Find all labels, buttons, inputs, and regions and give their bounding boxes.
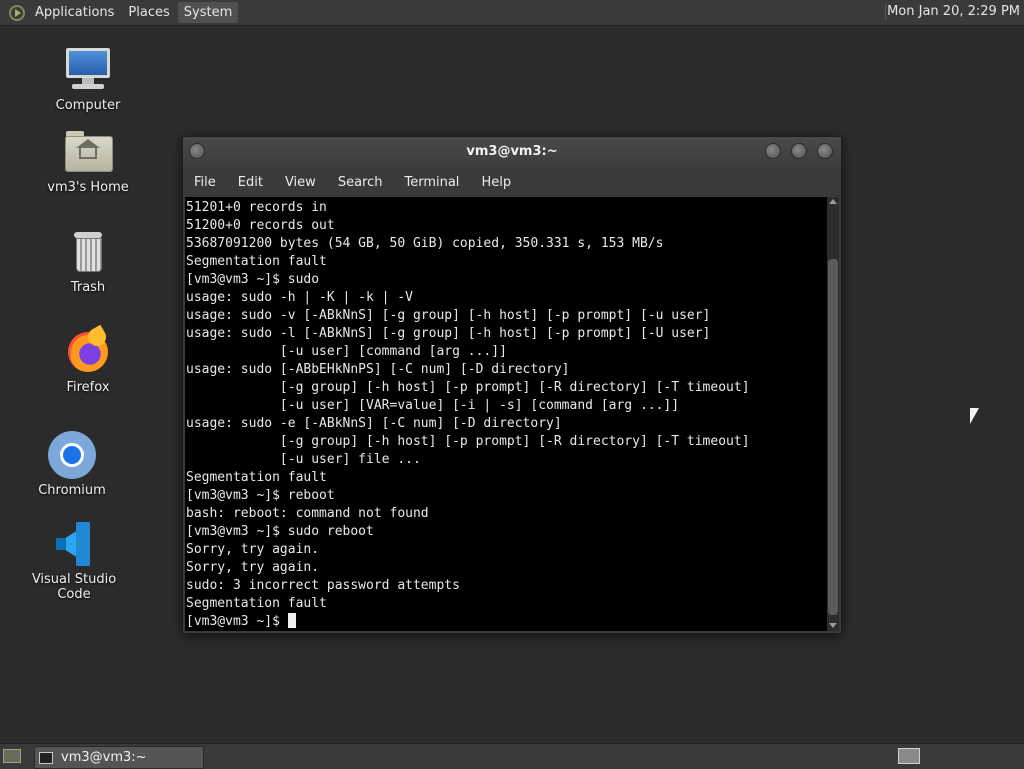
desktop-icon-label: Chromium: [38, 483, 106, 498]
terminal-line: [vm3@vm3 ~]$ reboot: [186, 488, 335, 503]
bottom-panel: vm3@vm3:~: [0, 743, 1024, 769]
terminal-line: bash: reboot: command not found: [186, 506, 429, 521]
maximize-icon[interactable]: [791, 143, 807, 159]
trash-icon: [64, 228, 112, 276]
menu-edit[interactable]: Edit: [227, 175, 274, 190]
chromium-icon: [48, 431, 96, 479]
terminal-line: Segmentation fault: [186, 596, 327, 611]
home-folder-icon: [64, 128, 113, 176]
vscode-icon: [50, 520, 98, 568]
mouse-pointer-icon: [970, 408, 979, 424]
terminal-line: 53687091200 bytes (54 GB, 50 GiB) copied…: [186, 236, 664, 251]
scrollbar-thumb[interactable]: [828, 259, 838, 615]
terminal-line: Sorry, try again.: [186, 542, 320, 557]
terminal-line: usage: sudo [-ABbEHkNnPS] [-C num] [-D d…: [186, 362, 570, 377]
terminal-prompt-line[interactable]: [vm3@vm3 ~]$: [186, 613, 827, 631]
desktop-icon-chromium[interactable]: Chromium: [17, 431, 127, 498]
menu-applications[interactable]: Applications: [29, 2, 120, 23]
desktop-icon-vscode[interactable]: Visual Studio Code: [19, 520, 129, 602]
menu-search[interactable]: Search: [327, 175, 394, 190]
menu-view[interactable]: View: [274, 175, 327, 190]
desktop-icon-home[interactable]: vm3's Home: [33, 128, 143, 195]
terminal-line: [-u user] file ...: [186, 452, 421, 467]
terminal-text: 51201+0 records in 51200+0 records out 536…: [185, 197, 827, 631]
distro-logo-icon[interactable]: [9, 4, 25, 21]
terminal-icon: [39, 751, 53, 764]
scroll-down-icon[interactable]: [829, 623, 837, 628]
terminal-line: [vm3@vm3 ~]$ sudo reboot: [186, 524, 374, 539]
firefox-icon: [64, 324, 112, 376]
desktop-icon-computer[interactable]: Computer: [33, 46, 143, 113]
terminal-line: 51200+0 records out: [186, 218, 335, 233]
menu-file[interactable]: File: [183, 175, 227, 190]
terminal-line: Sorry, try again.: [186, 560, 320, 575]
menu-places[interactable]: Places: [122, 2, 175, 23]
menu-help[interactable]: Help: [470, 175, 522, 190]
terminal-window[interactable]: vm3@vm3:~ File Edit View Search Terminal…: [182, 136, 842, 634]
terminal-prompt: [vm3@vm3 ~]$: [186, 614, 288, 629]
clock[interactable]: Mon Jan 20, 2:29 PM: [887, 4, 1020, 19]
taskbar-window-button[interactable]: vm3@vm3:~: [34, 746, 204, 769]
terminal-menubar: File Edit View Search Terminal Help: [183, 169, 841, 195]
top-panel: Applications Places System Mon Jan 20, 2…: [0, 0, 1024, 26]
terminal-line: [-u user] [command [arg ...]]: [186, 344, 507, 359]
scroll-up-icon[interactable]: [829, 199, 837, 204]
show-desktop-icon[interactable]: [3, 749, 21, 763]
terminal-line: [-u user] [VAR=value] [-i | -s] [command…: [186, 398, 680, 413]
menu-terminal[interactable]: Terminal: [393, 175, 470, 190]
workspace-switcher[interactable]: [898, 748, 920, 764]
terminal-scrollbar[interactable]: [827, 197, 839, 631]
menu-system[interactable]: System: [177, 2, 239, 23]
desktop-icon-label: Firefox: [66, 380, 110, 395]
terminal-line: Segmentation fault: [186, 254, 327, 269]
text-cursor: [287, 613, 296, 628]
close-icon[interactable]: [817, 143, 833, 159]
desktop-icon-trash[interactable]: Trash: [33, 228, 143, 295]
terminal-line: usage: sudo -v [-ABkNnS] [-g group] [-h …: [186, 308, 711, 323]
minimize-icon[interactable]: [765, 143, 781, 159]
terminal-line: [-g group] [-h host] [-p prompt] [-R dir…: [186, 380, 750, 395]
window-title: vm3@vm3:~: [466, 144, 558, 159]
terminal-line: Segmentation fault: [186, 470, 327, 485]
terminal-line: sudo: 3 incorrect password attempts: [186, 578, 460, 593]
terminal-output[interactable]: 51201+0 records in 51200+0 records out 536…: [185, 197, 827, 631]
terminal-line: usage: sudo -e [-ABkNnS] [-C num] [-D di…: [186, 416, 562, 431]
desktop-icon-label: Trash: [70, 280, 106, 295]
desktop-icon-firefox[interactable]: Firefox: [33, 324, 143, 395]
taskbar-window-label: vm3@vm3:~: [61, 750, 147, 765]
desktop-icon-label: vm3's Home: [47, 180, 129, 195]
window-titlebar[interactable]: vm3@vm3:~: [183, 137, 841, 167]
terminal-line: usage: sudo -h | -K | -k | -V: [186, 290, 413, 305]
terminal-line: [-g group] [-h host] [-p prompt] [-R dir…: [186, 434, 750, 449]
desktop-icon-label: Visual Studio Code: [31, 572, 117, 602]
terminal-line: 51201+0 records in: [186, 200, 327, 215]
computer-icon: [64, 46, 112, 94]
terminal-line: usage: sudo -l [-ABkNnS] [-g group] [-h …: [186, 326, 711, 341]
desktop-icon-label: Computer: [55, 98, 121, 113]
terminal-line: [vm3@vm3 ~]$ sudo: [186, 272, 320, 287]
